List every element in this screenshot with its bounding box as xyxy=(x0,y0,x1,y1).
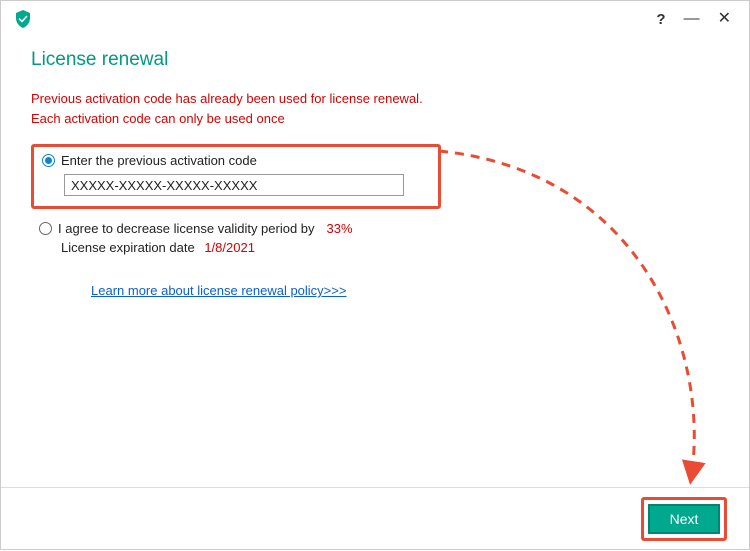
expiration-label: License expiration date xyxy=(61,240,195,255)
policy-link-row: Learn more about license renewal policy>… xyxy=(91,283,719,298)
error-line-2: Each activation code can only be used on… xyxy=(31,111,285,126)
minimize-button[interactable]: — xyxy=(684,11,700,27)
shield-icon xyxy=(13,9,33,29)
learn-more-link[interactable]: Learn more about license renewal policy>… xyxy=(91,283,346,298)
next-button-highlight: Next xyxy=(641,497,727,541)
expiration-date: 1/8/2021 xyxy=(204,240,255,255)
option-decrease-validity[interactable]: I agree to decrease license validity per… xyxy=(31,215,719,265)
activation-code-input[interactable] xyxy=(64,174,404,196)
footer: Next xyxy=(1,487,749,549)
next-button[interactable]: Next xyxy=(648,504,720,534)
error-message: Previous activation code has already bee… xyxy=(31,89,719,128)
page-title: License renewal xyxy=(31,49,719,71)
titlebar-left xyxy=(13,9,33,29)
help-button[interactable]: ? xyxy=(656,12,665,27)
error-line-1: Previous activation code has already bee… xyxy=(31,91,423,106)
radio-enter-code-label: Enter the previous activation code xyxy=(61,153,257,168)
titlebar-controls: ? — ✕ xyxy=(656,11,741,27)
content-area: License renewal Previous activation code… xyxy=(1,37,749,487)
option-enter-code[interactable]: Enter the previous activation code xyxy=(31,144,441,209)
titlebar: ? — ✕ xyxy=(1,1,749,37)
radio-enter-code[interactable] xyxy=(42,154,55,167)
close-button[interactable]: ✕ xyxy=(718,11,731,27)
license-renewal-window: ? — ✕ License renewal Previous activatio… xyxy=(0,0,750,550)
radio-decrease-validity[interactable] xyxy=(39,222,52,235)
decrease-percent: 33% xyxy=(327,221,353,236)
radio-decrease-label: I agree to decrease license validity per… xyxy=(58,221,315,236)
